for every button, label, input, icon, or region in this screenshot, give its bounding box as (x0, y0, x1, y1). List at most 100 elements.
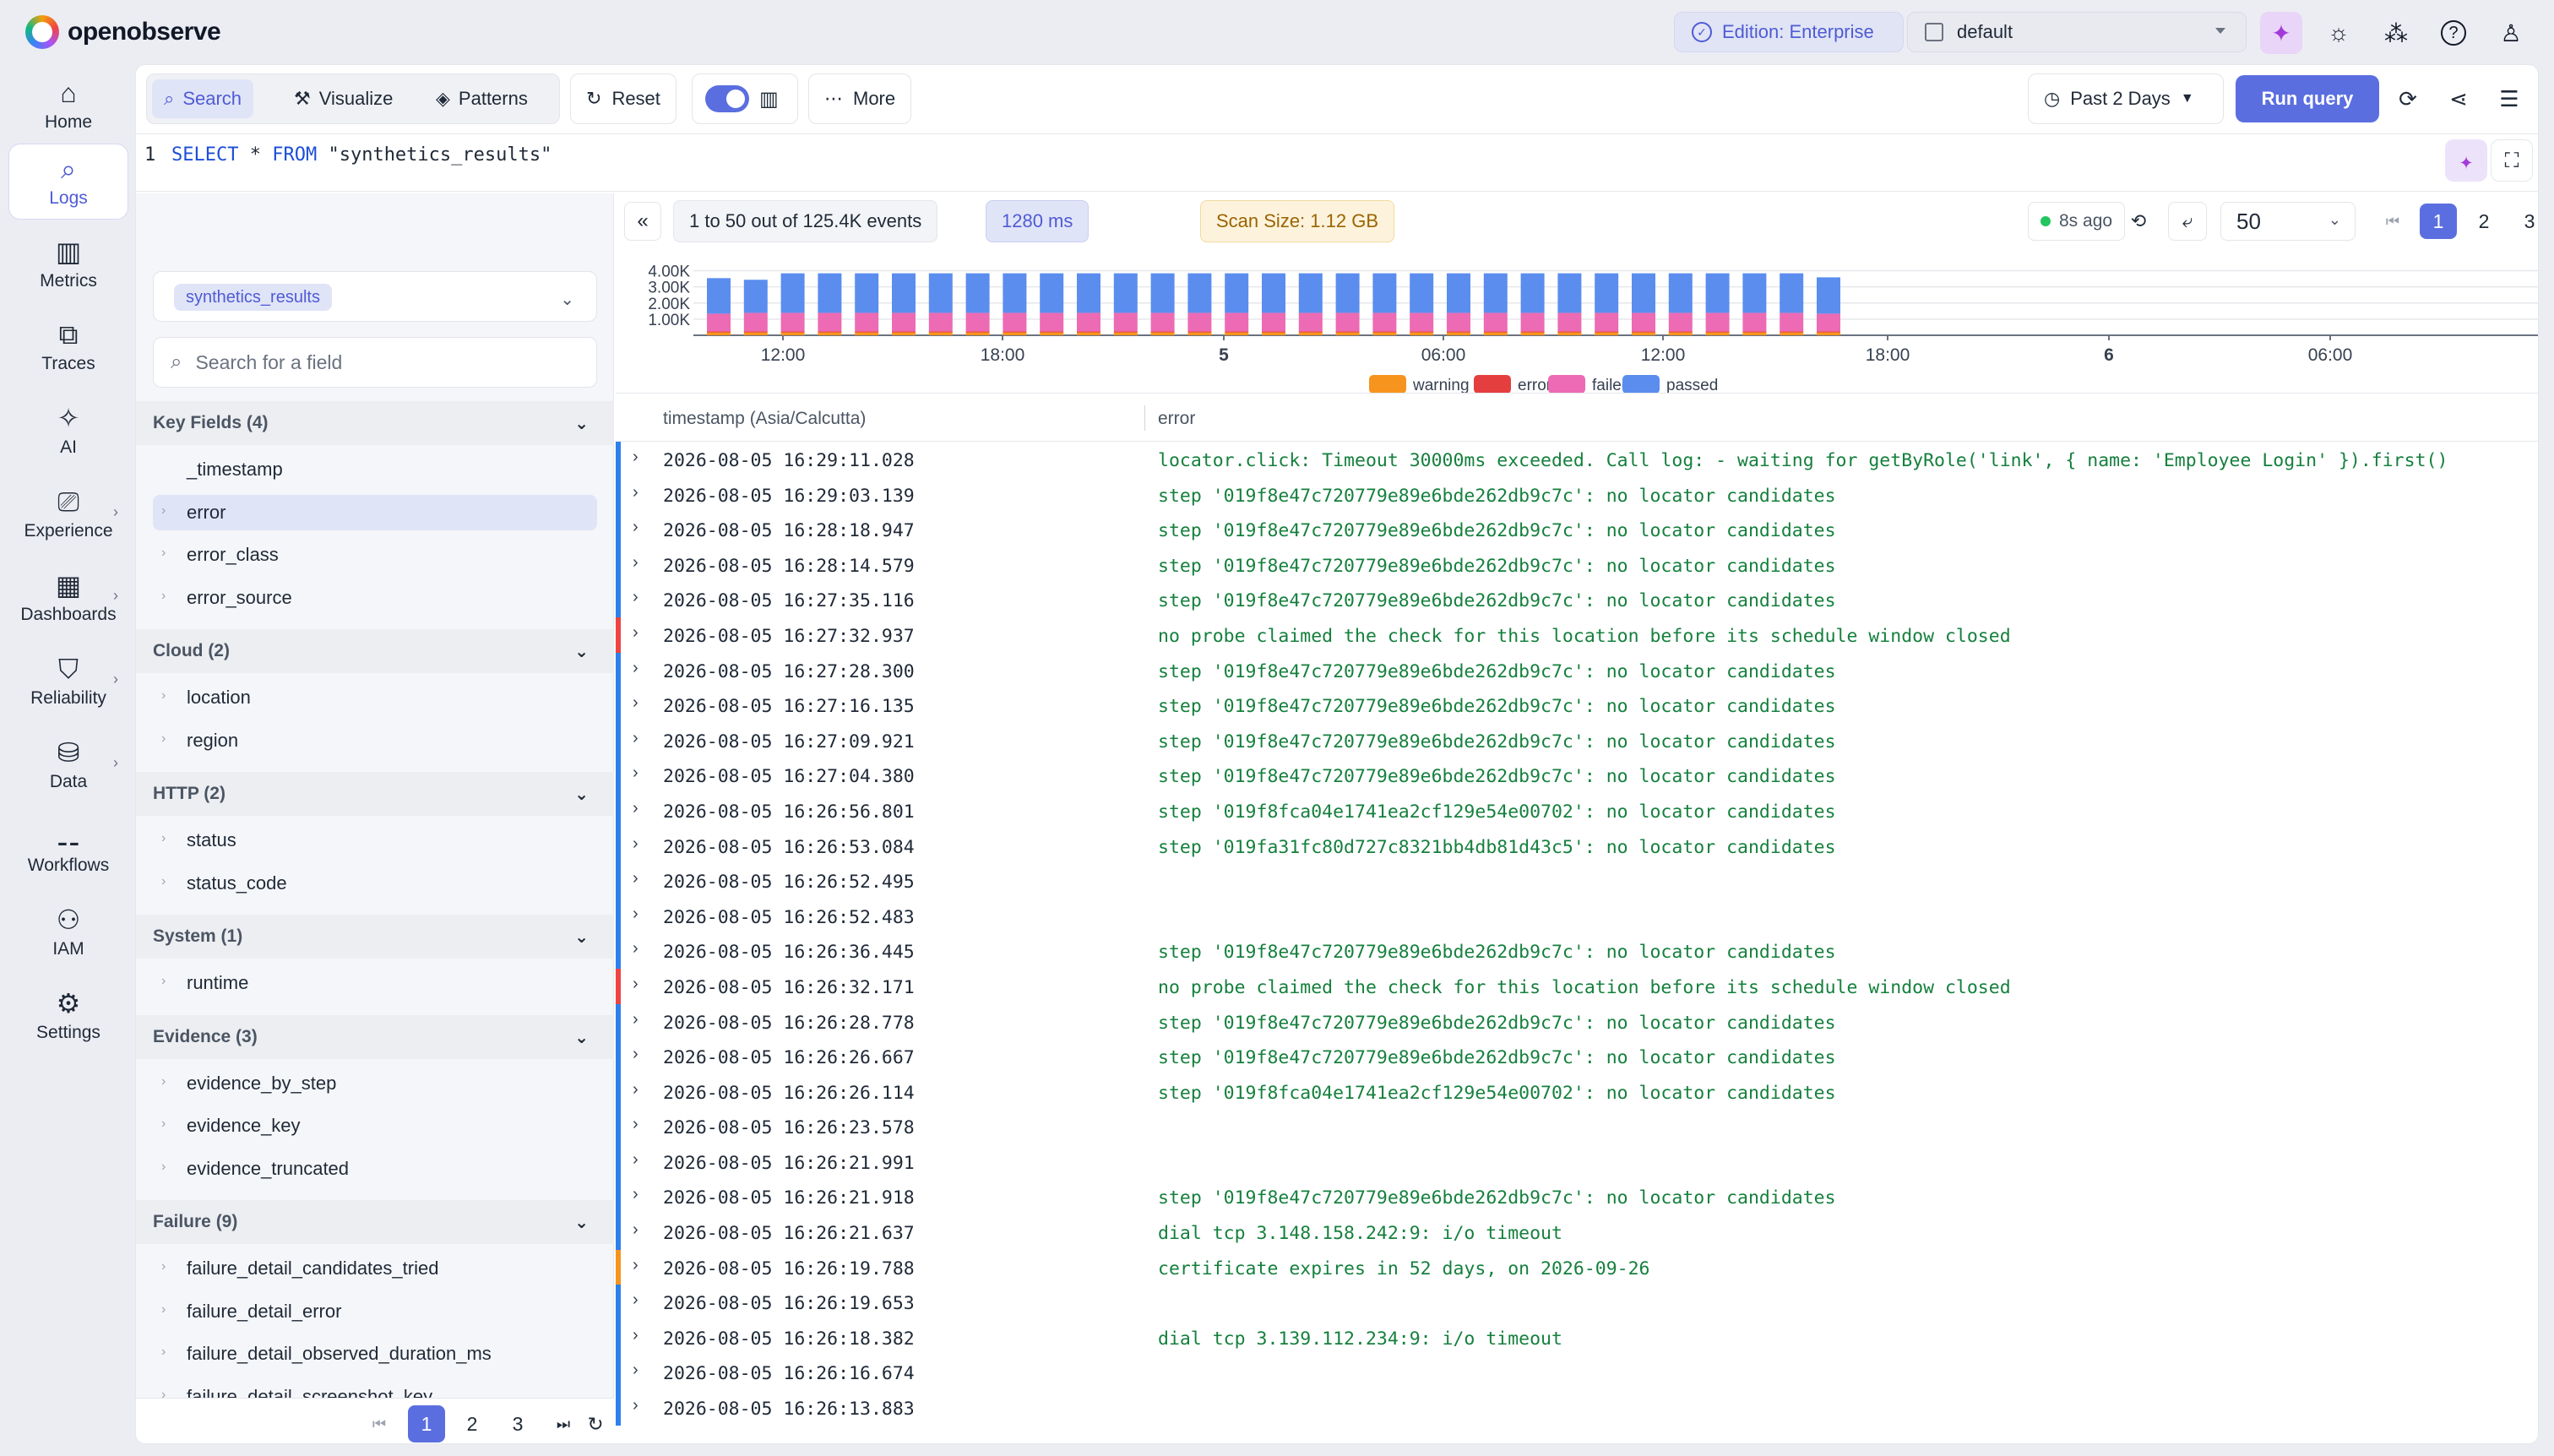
bar-error[interactable] (855, 331, 879, 333)
field-item[interactable]: › error (153, 494, 597, 530)
table-row[interactable]: › 2026-08-05 16:26:26.667 step '019f8e47c7… (616, 1039, 2538, 1074)
bar-error[interactable] (780, 331, 805, 333)
bar-warning[interactable] (1668, 332, 1693, 335)
slack-button[interactable]: ⁂ (2375, 12, 2417, 54)
fullscreen-button[interactable]: ⛶ (2491, 139, 2533, 182)
chevron-right-icon[interactable]: › (633, 1361, 638, 1380)
table-row[interactable]: › 2026-08-05 16:26:52.495 (616, 863, 2538, 899)
legend-item-failed[interactable]: failed (1548, 375, 1630, 393)
field-item[interactable]: _timestamp (153, 452, 597, 487)
bar-failed[interactable] (1520, 312, 1545, 332)
field-group-key-fields-4[interactable]: Key Fields (4) ⌄ (136, 401, 614, 445)
bar-failed[interactable] (1595, 312, 1619, 332)
chevron-right-icon[interactable]: › (633, 1185, 638, 1204)
chevron-right-icon[interactable]: › (633, 518, 638, 537)
field-item[interactable]: › status_code (153, 866, 597, 901)
bar-error[interactable] (1150, 331, 1175, 333)
chevron-right-icon[interactable]: › (633, 1045, 638, 1064)
field-item[interactable]: › location (153, 680, 597, 715)
bar-failed[interactable] (1817, 313, 1840, 332)
bar-passed[interactable] (1632, 273, 1655, 313)
bar-error[interactable] (1705, 331, 1730, 333)
bar-failed[interactable] (1780, 312, 1804, 332)
bar-warning[interactable] (1150, 332, 1175, 335)
bar-failed[interactable] (1298, 312, 1323, 332)
table-row[interactable]: › 2026-08-05 16:28:18.947 step '019f8e47c7… (616, 512, 2538, 547)
bar-failed[interactable] (892, 312, 916, 332)
table-row[interactable]: › 2026-08-05 16:26:16.674 (616, 1355, 2538, 1391)
run-query-button[interactable]: Run query (2236, 75, 2379, 122)
field-item[interactable]: › error_source (153, 580, 597, 616)
bar-warning[interactable] (707, 332, 731, 335)
field-group-http-2[interactable]: HTTP (2) ⌄ (136, 772, 614, 816)
bar-passed[interactable] (707, 278, 731, 314)
chevron-right-icon[interactable]: › (633, 1150, 638, 1170)
bar-error[interactable] (1335, 331, 1360, 333)
nav-item-logs[interactable]: ⌕ Logs (8, 144, 128, 220)
bar-passed[interactable] (855, 273, 879, 313)
bar-failed[interactable] (1742, 312, 1767, 332)
table-row[interactable]: › 2026-08-05 16:26:19.653 (616, 1285, 2538, 1320)
bar-failed[interactable] (1150, 312, 1175, 332)
field-item[interactable]: › evidence_by_step (153, 1066, 597, 1101)
bar-warning[interactable] (1520, 332, 1545, 335)
bar-error[interactable] (1077, 331, 1100, 333)
field-item[interactable]: › status (153, 823, 597, 858)
bar-passed[interactable] (1150, 273, 1175, 313)
bar-failed[interactable] (1447, 312, 1470, 332)
bar-warning[interactable] (743, 332, 768, 335)
bar-passed[interactable] (1705, 273, 1730, 313)
bar-warning[interactable] (1040, 332, 1064, 335)
stream-selector[interactable]: synthetics_results ⌄ (153, 271, 597, 322)
more-button[interactable]: ⋯ More (808, 73, 912, 124)
bar-warning[interactable] (1335, 332, 1360, 335)
bar-failed[interactable] (707, 313, 731, 332)
bar-error[interactable] (1372, 331, 1397, 333)
bar-passed[interactable] (965, 273, 990, 313)
bar-passed[interactable] (1113, 273, 1138, 313)
nav-item-dashboards[interactable]: ▦ Dashboards › (8, 560, 128, 636)
chevron-right-icon[interactable]: › (633, 1290, 638, 1310)
bar-error[interactable] (1742, 331, 1767, 333)
nav-item-settings[interactable]: ⚙ Settings (8, 978, 128, 1054)
chevron-right-icon[interactable]: › (633, 1220, 638, 1240)
chevron-right-icon[interactable]: › (633, 799, 638, 818)
bar-passed[interactable] (1742, 273, 1767, 313)
bar-failed[interactable] (1113, 312, 1138, 332)
bar-failed[interactable] (1003, 312, 1027, 332)
page-size-select[interactable]: 50 ⌄ (2220, 202, 2356, 241)
bar-failed[interactable] (1262, 312, 1285, 332)
chevron-right-icon[interactable]: › (633, 939, 638, 959)
chevron-right-icon[interactable]: › (633, 763, 638, 783)
bar-failed[interactable] (928, 312, 953, 332)
table-row[interactable]: › 2026-08-05 16:27:28.300 step '019f8e47c7… (616, 652, 2538, 688)
chevron-right-icon[interactable]: › (633, 553, 638, 573)
bar-warning[interactable] (1262, 332, 1285, 335)
bar-passed[interactable] (1410, 273, 1434, 313)
bar-failed[interactable] (1040, 312, 1064, 332)
bar-error[interactable] (1817, 331, 1840, 333)
nav-item-workflows[interactable]: ⚋ Workflows (8, 811, 128, 887)
field-item[interactable]: › failure_detail_candidates_tried (153, 1251, 597, 1286)
search-mode-button[interactable]: ⌕ Search (152, 79, 254, 118)
bar-error[interactable] (1187, 331, 1212, 333)
field-item[interactable]: › region (153, 723, 597, 758)
bar-warning[interactable] (1780, 332, 1804, 335)
nav-item-metrics[interactable]: ▥ Metrics (8, 226, 128, 302)
histogram-toggle[interactable] (705, 85, 749, 112)
bar-warning[interactable] (1742, 332, 1767, 335)
bar-warning[interactable] (1447, 332, 1470, 335)
field-item[interactable]: › evidence_truncated (153, 1151, 597, 1187)
auto-refresh-button[interactable]: ⟳ (2388, 79, 2428, 119)
bar-warning[interactable] (1225, 332, 1249, 335)
chevron-right-icon[interactable]: › (633, 1256, 638, 1275)
bar-warning[interactable] (965, 332, 990, 335)
field-item[interactable]: › failure_detail_observed_duration_ms (153, 1336, 597, 1372)
bar-passed[interactable] (928, 273, 953, 313)
share-button[interactable]: ⋖ (2438, 79, 2479, 119)
bar-failed[interactable] (1372, 312, 1397, 332)
field-group-cloud-2[interactable]: Cloud (2) ⌄ (136, 629, 614, 673)
column-header-timestamp[interactable]: timestamp (Asia/Calcutta) (663, 409, 866, 429)
bar-failed[interactable] (855, 312, 879, 332)
bar-warning[interactable] (1410, 332, 1434, 335)
